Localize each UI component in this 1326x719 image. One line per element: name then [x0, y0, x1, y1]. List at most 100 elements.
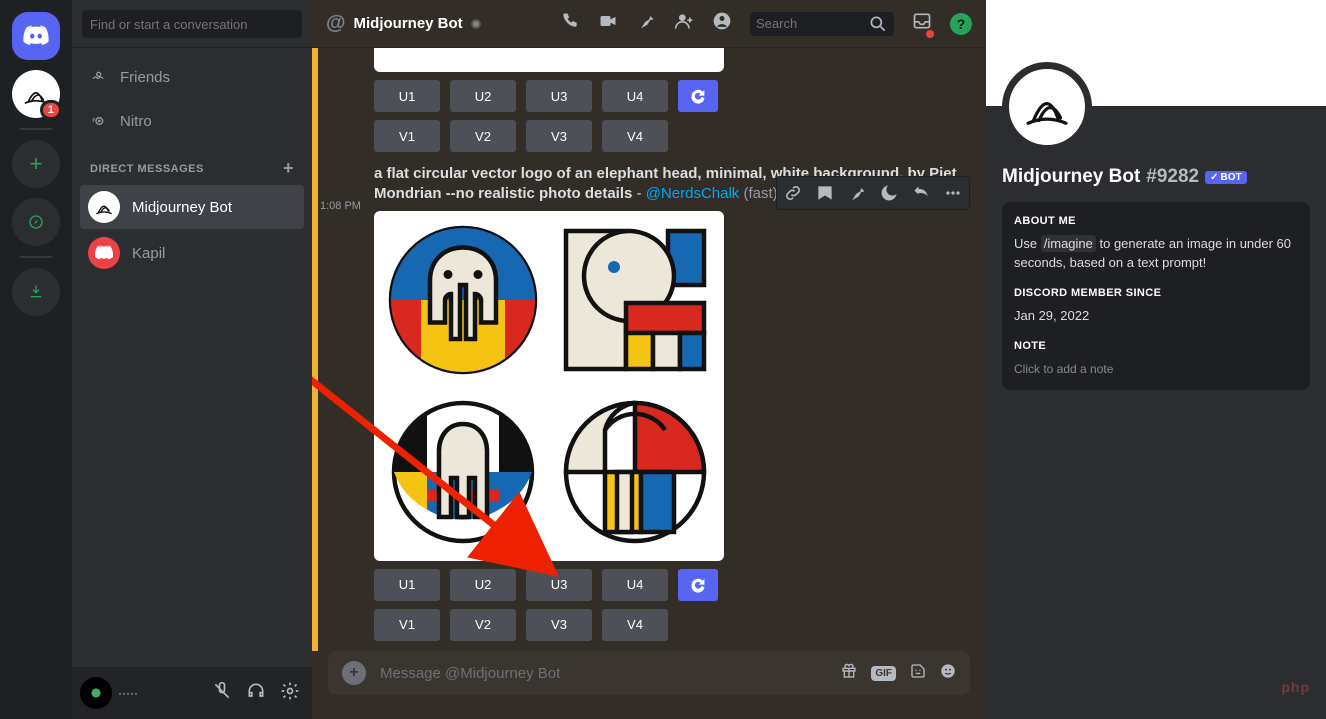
command-chip: /imagine	[1041, 235, 1096, 252]
image-variant-1	[380, 217, 546, 383]
v1-button[interactable]: V1	[374, 609, 440, 641]
server-badge: 1	[40, 100, 62, 120]
u3-button[interactable]: U3	[526, 80, 592, 112]
start-video-call-button[interactable]	[598, 11, 618, 36]
start-voice-call-button[interactable]	[560, 11, 580, 36]
sticker-button[interactable]	[910, 663, 926, 684]
status-dot-icon	[471, 19, 481, 29]
dm-search-input[interactable]	[82, 10, 302, 38]
user-avatar[interactable]	[80, 677, 112, 709]
variation-row-prev: V1 V2 V3 V4	[374, 120, 970, 152]
user-profile-panel: Midjourney Bot#9282 ✓ BOT ABOUT ME Use /…	[986, 0, 1326, 719]
v4-button[interactable]: V4	[602, 609, 668, 641]
link-icon	[783, 183, 803, 203]
mark-unread-button[interactable]	[809, 177, 841, 209]
fast-label: (fast)	[739, 185, 777, 202]
copy-link-button[interactable]	[777, 177, 809, 209]
nitro-icon	[90, 113, 106, 129]
server-rail: 1 +	[0, 0, 72, 719]
add-user-icon	[674, 11, 694, 31]
reply-button[interactable]	[905, 177, 937, 209]
server-separator-2	[20, 256, 52, 258]
mute-button[interactable]	[208, 677, 236, 710]
reroll-button[interactable]	[678, 569, 718, 601]
v2-button[interactable]: V2	[450, 609, 516, 641]
add-server-button[interactable]: +	[12, 140, 60, 188]
user-panel: ·····	[72, 667, 312, 719]
gift-icon	[841, 663, 857, 679]
channel-title: @ Midjourney Bot	[326, 12, 481, 35]
v2-button[interactable]: V2	[450, 120, 516, 152]
dm-row-kapil[interactable]: Kapil	[80, 231, 304, 275]
user-settings-button[interactable]	[276, 677, 304, 710]
help-button[interactable]: ?	[950, 13, 972, 35]
channel-name: Midjourney Bot	[354, 15, 463, 32]
user-mention[interactable]: @NerdsChalk	[646, 185, 740, 202]
u4-button[interactable]: U4	[602, 80, 668, 112]
bookmark-icon	[815, 183, 835, 203]
discord-home-button[interactable]	[12, 12, 60, 60]
message-input-bar: + Message @Midjourney Bot GIF	[328, 651, 970, 695]
v1-button[interactable]: V1	[374, 120, 440, 152]
friends-label: Friends	[120, 69, 170, 86]
phone-icon	[560, 11, 580, 31]
reply-icon	[911, 183, 931, 203]
message-input[interactable]: Message @Midjourney Bot	[380, 665, 827, 682]
bot-tag: ✓ BOT	[1205, 171, 1247, 184]
server-midjourney[interactable]: 1	[12, 70, 60, 118]
message-hover-toolbar	[776, 176, 970, 210]
nitro-link[interactable]: Nitro	[80, 100, 304, 142]
inbox-button[interactable]	[912, 11, 932, 36]
explore-servers-button[interactable]	[12, 198, 60, 246]
deafen-button[interactable]	[242, 677, 270, 710]
more-icon	[943, 183, 963, 203]
gift-button[interactable]	[841, 663, 857, 684]
more-button[interactable]	[937, 177, 969, 209]
v4-button[interactable]: V4	[602, 120, 668, 152]
profile-discriminator: #9282	[1146, 166, 1199, 188]
image-variant-3	[380, 389, 546, 555]
message-scroll[interactable]: 1:08 PM U1 U2 U3 U4 V1 V2	[318, 48, 986, 651]
attach-button[interactable]: +	[342, 661, 366, 685]
image-variant-4	[552, 389, 718, 555]
search-icon	[868, 14, 888, 34]
add-friends-button[interactable]	[674, 11, 694, 36]
u1-button[interactable]: U1	[374, 569, 440, 601]
gear-icon	[280, 681, 300, 701]
pinned-messages-button[interactable]	[636, 11, 656, 36]
reroll-button[interactable]	[678, 80, 718, 112]
dm-sidebar: Friends Nitro DIRECT MESSAGES + Midjourn…	[72, 0, 312, 719]
dm-row-midjourney[interactable]: Midjourney Bot	[80, 185, 304, 229]
v3-button[interactable]: V3	[526, 609, 592, 641]
emoji-button[interactable]	[940, 663, 956, 684]
user-profile-button[interactable]	[712, 11, 732, 36]
generated-image-grid[interactable]	[374, 211, 724, 561]
profile-name-row: Midjourney Bot#9282 ✓ BOT	[1002, 166, 1310, 188]
profile-avatar[interactable]	[1002, 62, 1092, 152]
message-timestamp: 1:08 PM	[320, 200, 361, 212]
add-reaction-button[interactable]	[873, 177, 905, 209]
u2-button[interactable]: U2	[450, 80, 516, 112]
u4-button[interactable]: U4	[602, 569, 668, 601]
refresh-icon	[689, 576, 707, 594]
u3-button[interactable]: U3	[526, 569, 592, 601]
download-apps-button[interactable]	[12, 268, 60, 316]
u2-button[interactable]: U2	[450, 569, 516, 601]
profile-card: ABOUT ME Use /imagine to generate an ima…	[1002, 202, 1310, 390]
note-header: NOTE	[1014, 339, 1298, 354]
create-dm-button[interactable]: +	[283, 158, 294, 179]
channel-header: @ Midjourney Bot ?	[312, 0, 986, 48]
friends-link[interactable]: Friends	[80, 56, 304, 98]
dm-name: Kapil	[132, 245, 165, 262]
messages-area: 1:08 PM U1 U2 U3 U4 V1 V2	[312, 48, 986, 651]
pin-message-button[interactable]	[841, 177, 873, 209]
v3-button[interactable]: V3	[526, 120, 592, 152]
note-input[interactable]: Click to add a note	[1014, 361, 1298, 378]
gif-button[interactable]: GIF	[871, 666, 896, 681]
discord-logo-icon	[94, 243, 114, 263]
avatar	[88, 237, 120, 269]
u1-button[interactable]: U1	[374, 80, 440, 112]
dm-nav: Friends Nitro DIRECT MESSAGES + Midjourn…	[72, 48, 312, 275]
sailboat-icon	[93, 196, 115, 218]
pin-icon	[636, 11, 656, 31]
